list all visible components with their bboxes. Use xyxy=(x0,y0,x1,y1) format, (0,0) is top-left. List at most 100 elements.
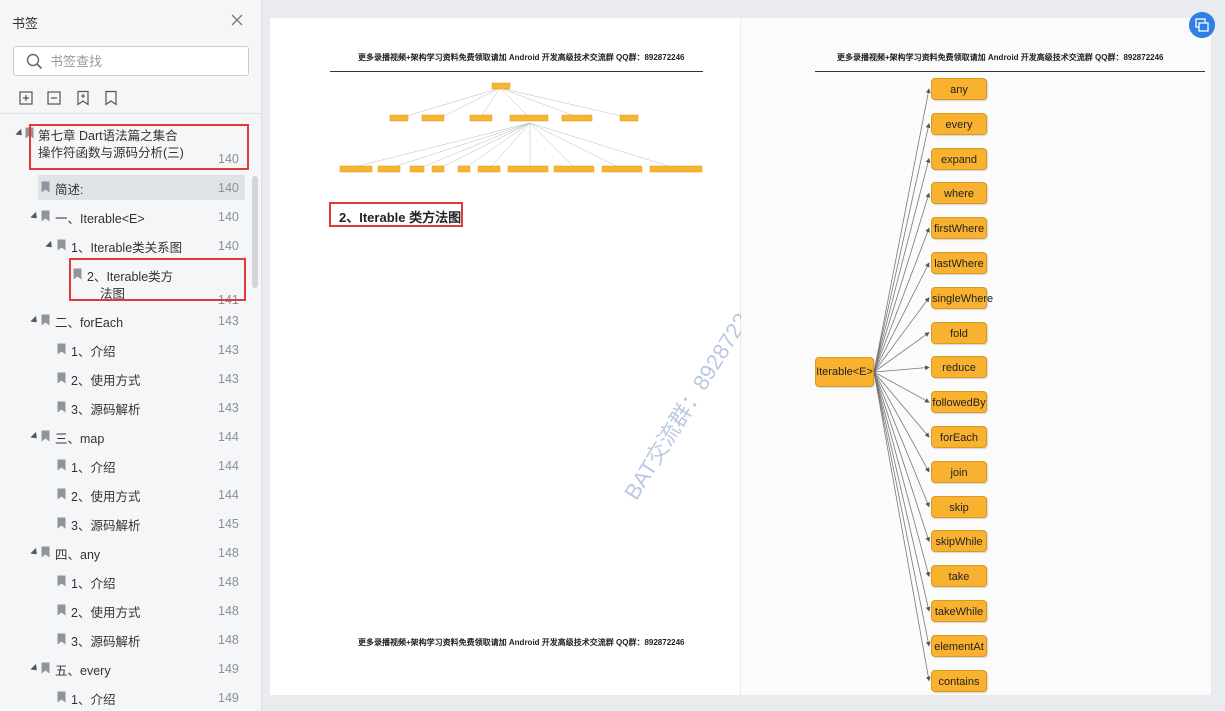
bookmark-label: 1、介绍 xyxy=(71,693,116,707)
bookmark-search[interactable] xyxy=(13,46,249,76)
bookmark-item[interactable]: 3、源码解析 143 xyxy=(0,398,250,420)
bookmark-icon xyxy=(57,459,66,471)
document-page-left: 更多录播视频+架构学习资料免费领取请加 Android 开发高级技术交流群 QQ… xyxy=(270,18,767,695)
diagram-method-node: any xyxy=(931,78,987,100)
bookmark-item[interactable]: 1、介绍 144 xyxy=(0,456,250,478)
add-bookmark-icon[interactable] xyxy=(75,90,91,106)
bookmark-label: 2、使用方式 xyxy=(71,490,141,504)
bookmark-page-number: 140 xyxy=(218,210,239,224)
diagram-edge xyxy=(873,365,930,373)
bookmark-icon xyxy=(57,372,66,384)
bookmark-label: 简述: xyxy=(55,183,84,197)
bookmark-icon xyxy=(57,604,66,616)
bookmark-label: 四、any xyxy=(55,548,101,562)
bookmark-item[interactable]: 3、源码解析 148 xyxy=(0,630,250,652)
bookmark-page-number: 148 xyxy=(218,633,239,647)
bookmark-icon xyxy=(41,662,50,674)
bookmark-item[interactable]: 2、使用方式 144 xyxy=(0,485,250,507)
diagram-method-node: every xyxy=(931,112,987,135)
bookmark-label: 三、map xyxy=(55,432,105,446)
expand-caret-icon[interactable] xyxy=(30,663,40,674)
expand-caret-icon[interactable] xyxy=(15,128,25,139)
bookmark-item[interactable]: 二、forEach 143 xyxy=(0,311,250,333)
bookmark-label: 3、源码解析 xyxy=(71,403,141,417)
view-mode-button[interactable] xyxy=(1189,12,1215,38)
bookmark-item[interactable]: 五、every 149 xyxy=(0,659,250,681)
bookmark-page-number: 140 xyxy=(218,181,239,195)
diagram-edge xyxy=(873,371,931,682)
header-rule xyxy=(330,71,703,72)
diagram-method-node: where xyxy=(931,182,987,205)
search-icon xyxy=(26,53,43,70)
diagram-method-node: skip xyxy=(931,495,987,518)
diagram-method-node: join xyxy=(931,460,987,483)
highlight-box xyxy=(329,202,463,227)
bookmark-panel: 书签 第七章 Dart语法篇之集合操作符函数与源码分析(三)140简述:140一… xyxy=(0,0,262,711)
diagram-edge xyxy=(873,371,931,647)
bookmark-item[interactable]: 简述: 140 xyxy=(0,175,250,200)
diagram-edge xyxy=(873,227,930,373)
expand-caret-icon[interactable] xyxy=(45,240,55,251)
bookmark-label: 五、every xyxy=(55,664,111,678)
bookmark-icon[interactable] xyxy=(103,90,119,106)
bookmark-item[interactable]: 1、介绍 148 xyxy=(0,572,250,594)
bookmark-item[interactable]: 1、Iterable类关系图 140 xyxy=(0,236,250,258)
bookmark-item[interactable]: 2、使用方式 148 xyxy=(0,601,250,623)
bookmark-item[interactable]: 2、使用方式 143 xyxy=(0,369,250,391)
bookmark-icon xyxy=(41,314,50,326)
bookmark-label: 3、源码解析 xyxy=(71,635,141,649)
bookmark-label: 1、Iterable类关系图 xyxy=(71,241,183,255)
diagram-method-node: fold xyxy=(931,321,987,344)
diagram-edge xyxy=(873,157,931,373)
bookmark-icon xyxy=(57,517,66,529)
bookmark-item[interactable]: 三、map 144 xyxy=(0,427,250,449)
panel-title: 书签 xyxy=(12,16,39,31)
bookmark-icon xyxy=(41,210,50,222)
bookmark-page-number: 144 xyxy=(218,430,239,444)
class-relationship-thumbnail xyxy=(339,82,703,173)
search-input[interactable] xyxy=(50,52,240,70)
highlight-box xyxy=(29,124,249,170)
diagram-method-node: singleWhere xyxy=(931,286,993,309)
diagram-method-node: take xyxy=(931,565,987,588)
bookmark-item[interactable]: 一、Iterable<E> 140 xyxy=(0,207,250,229)
expand-caret-icon[interactable] xyxy=(30,211,40,222)
bookmark-page-number: 148 xyxy=(218,575,239,589)
bookmark-item[interactable]: 1、介绍 149 xyxy=(0,688,250,710)
diagram-method-node: firstWhere xyxy=(931,217,987,240)
bookmark-label: 2、使用方式 xyxy=(71,374,141,388)
diagram-method-node: skipWhile xyxy=(931,530,987,553)
diagram-method-node: contains xyxy=(931,669,987,692)
bookmark-item[interactable]: 1、介绍 143 xyxy=(0,340,250,362)
expand-caret-icon[interactable] xyxy=(30,431,40,442)
bookmark-label: 1、介绍 xyxy=(71,461,116,475)
bookmark-icon xyxy=(57,343,66,355)
expand-all-icon[interactable] xyxy=(18,90,34,106)
diagram-method-node: followedBy xyxy=(931,391,987,414)
diagram-edge xyxy=(873,262,930,373)
divider xyxy=(0,113,262,114)
bookmark-page-number: 148 xyxy=(218,546,239,560)
expand-caret-icon[interactable] xyxy=(30,315,40,326)
diagram-edge xyxy=(873,88,931,373)
bookmark-page-number: 144 xyxy=(218,488,239,502)
collapse-all-icon[interactable] xyxy=(46,90,62,106)
bookmark-item[interactable]: 3、源码解析 145 xyxy=(0,514,250,536)
diagram-edge xyxy=(873,371,930,508)
sidebar-scrollbar[interactable] xyxy=(252,176,258,288)
bookmark-icon xyxy=(41,430,50,442)
diagram-method-node: elementAt xyxy=(931,634,987,657)
highlight-box xyxy=(69,258,246,301)
bookmark-icon xyxy=(57,401,66,413)
bookmark-page-number: 143 xyxy=(218,314,239,328)
diagram-method-node: expand xyxy=(931,147,987,170)
bookmark-page-number: 148 xyxy=(218,604,239,618)
bookmark-label: 1、介绍 xyxy=(71,345,116,359)
document-page-right: 更多录播视频+架构学习资料免费领取请加 Android 开发高级技术交流群 QQ… xyxy=(741,18,1211,695)
bookmark-icon xyxy=(57,575,66,587)
bookmark-item[interactable]: 四、any 148 xyxy=(0,543,250,565)
diagram-root-node: Iterable<E> xyxy=(815,357,874,387)
expand-caret-icon[interactable] xyxy=(30,547,40,558)
bookmark-label: 2、使用方式 xyxy=(71,606,141,620)
close-icon[interactable] xyxy=(230,13,244,27)
